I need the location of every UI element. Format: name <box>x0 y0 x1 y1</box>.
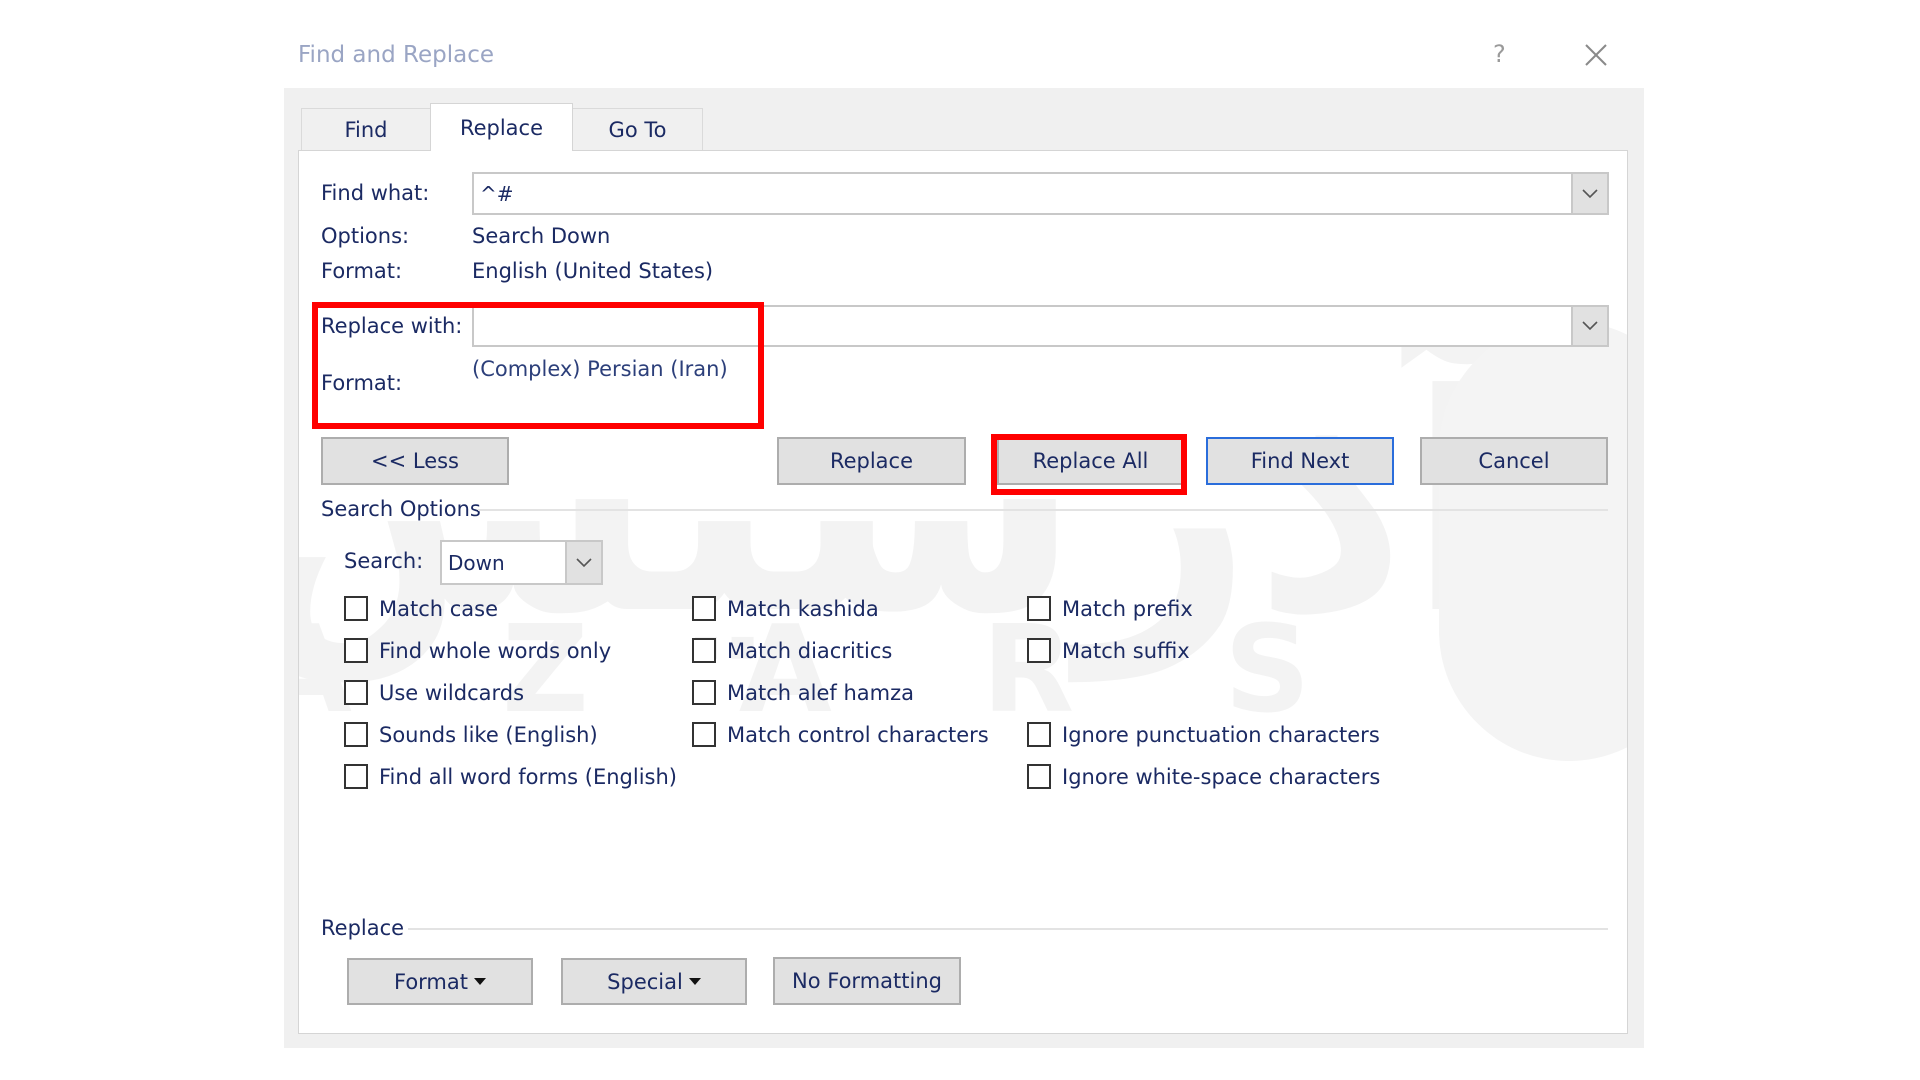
match-control-chars-checkbox[interactable] <box>692 722 716 747</box>
match-kashida-checkbox[interactable] <box>692 596 716 621</box>
replace-section-heading: Replace <box>321 916 405 940</box>
match-diacritics-label: Match diacritics <box>727 639 893 663</box>
whole-words-checkbox[interactable] <box>344 638 368 663</box>
chevron-down-icon <box>1582 321 1598 331</box>
ignore-whitespace-checkbox[interactable] <box>1027 764 1051 789</box>
find-what-value: ^# <box>480 181 514 206</box>
replace-format-value: (Complex) Persian (Iran) <box>472 357 728 381</box>
find-format-label: Format: <box>321 259 403 283</box>
match-case-label: Match case <box>379 597 499 621</box>
no-formatting-button[interactable]: No Formatting <box>773 957 961 1005</box>
find-what-input[interactable]: ^# <box>472 172 1609 215</box>
help-button[interactable]: ? <box>1493 40 1506 68</box>
options-label: Options: <box>321 224 410 248</box>
cancel-button[interactable]: Cancel <box>1420 437 1608 485</box>
match-diacritics-checkbox[interactable] <box>692 638 716 663</box>
replace-with-input[interactable] <box>472 305 1609 347</box>
chevron-down-icon <box>576 557 592 567</box>
find-format-value: English (United States) <box>472 259 714 283</box>
replace-section-divider <box>408 928 1608 930</box>
watermark-shape <box>1439 321 1627 761</box>
word-forms-checkbox[interactable] <box>344 764 368 789</box>
tab-replace[interactable]: Replace <box>430 103 573 151</box>
match-suffix-checkbox[interactable] <box>1027 638 1051 663</box>
replace-format-label: Format: <box>321 371 403 395</box>
replace-all-button[interactable]: Replace All <box>997 437 1184 485</box>
tab-go-to[interactable]: Go To <box>572 108 703 150</box>
match-control-chars-label: Match control characters <box>727 723 989 747</box>
ignore-whitespace-label: Ignore white-space characters <box>1062 765 1381 789</box>
search-direction-label: Search: <box>344 549 424 573</box>
whole-words-label: Find whole words only <box>379 639 612 663</box>
special-button-label: Special <box>607 969 683 994</box>
caret-down-icon <box>474 978 486 985</box>
wildcards-checkbox[interactable] <box>344 680 368 705</box>
replace-with-dropdown[interactable] <box>1571 307 1607 345</box>
word-forms-label: Find all word forms (English) <box>379 765 677 789</box>
chevron-down-icon <box>1582 188 1598 198</box>
options-value: Search Down <box>472 224 611 248</box>
match-suffix-label: Match suffix <box>1062 639 1190 663</box>
match-prefix-checkbox[interactable] <box>1027 596 1051 621</box>
caret-down-icon <box>688 978 701 985</box>
close-icon <box>1585 44 1607 66</box>
find-what-label: Find what: <box>321 181 430 205</box>
match-kashida-label: Match kashida <box>727 597 879 621</box>
find-next-button[interactable]: Find Next <box>1206 437 1394 485</box>
special-menu-button[interactable]: Special <box>561 958 747 1005</box>
match-prefix-label: Match prefix <box>1062 597 1193 621</box>
match-alef-hamza-checkbox[interactable] <box>692 680 716 705</box>
dialog-title: Find and Replace <box>298 42 494 68</box>
watermark-text: AZARSYS <box>298 601 1627 740</box>
wildcards-label: Use wildcards <box>379 681 525 705</box>
search-direction-select[interactable]: Down <box>440 540 603 585</box>
format-button-label: Format <box>393 969 468 994</box>
search-direction-dropdown[interactable] <box>565 542 601 583</box>
find-what-dropdown[interactable] <box>1571 174 1607 213</box>
format-menu-button[interactable]: Format <box>347 958 533 1005</box>
less-button[interactable]: << Less <box>321 437 509 485</box>
ignore-punctuation-label: Ignore punctuation characters <box>1062 723 1380 747</box>
ignore-punctuation-checkbox[interactable] <box>1027 722 1051 747</box>
search-direction-value: Down <box>448 550 505 575</box>
tab-find[interactable]: Find <box>301 108 431 150</box>
replace-button[interactable]: Replace <box>777 437 966 485</box>
search-options-heading: Search Options <box>321 497 481 521</box>
sounds-like-label: Sounds like (English) <box>379 723 598 747</box>
sounds-like-checkbox[interactable] <box>344 722 368 747</box>
close-button[interactable] <box>1583 42 1609 68</box>
search-options-divider <box>478 509 1608 511</box>
match-case-checkbox[interactable] <box>344 596 368 621</box>
match-alef-hamza-label: Match alef hamza <box>727 681 914 705</box>
replace-with-label: Replace with: <box>321 314 463 338</box>
